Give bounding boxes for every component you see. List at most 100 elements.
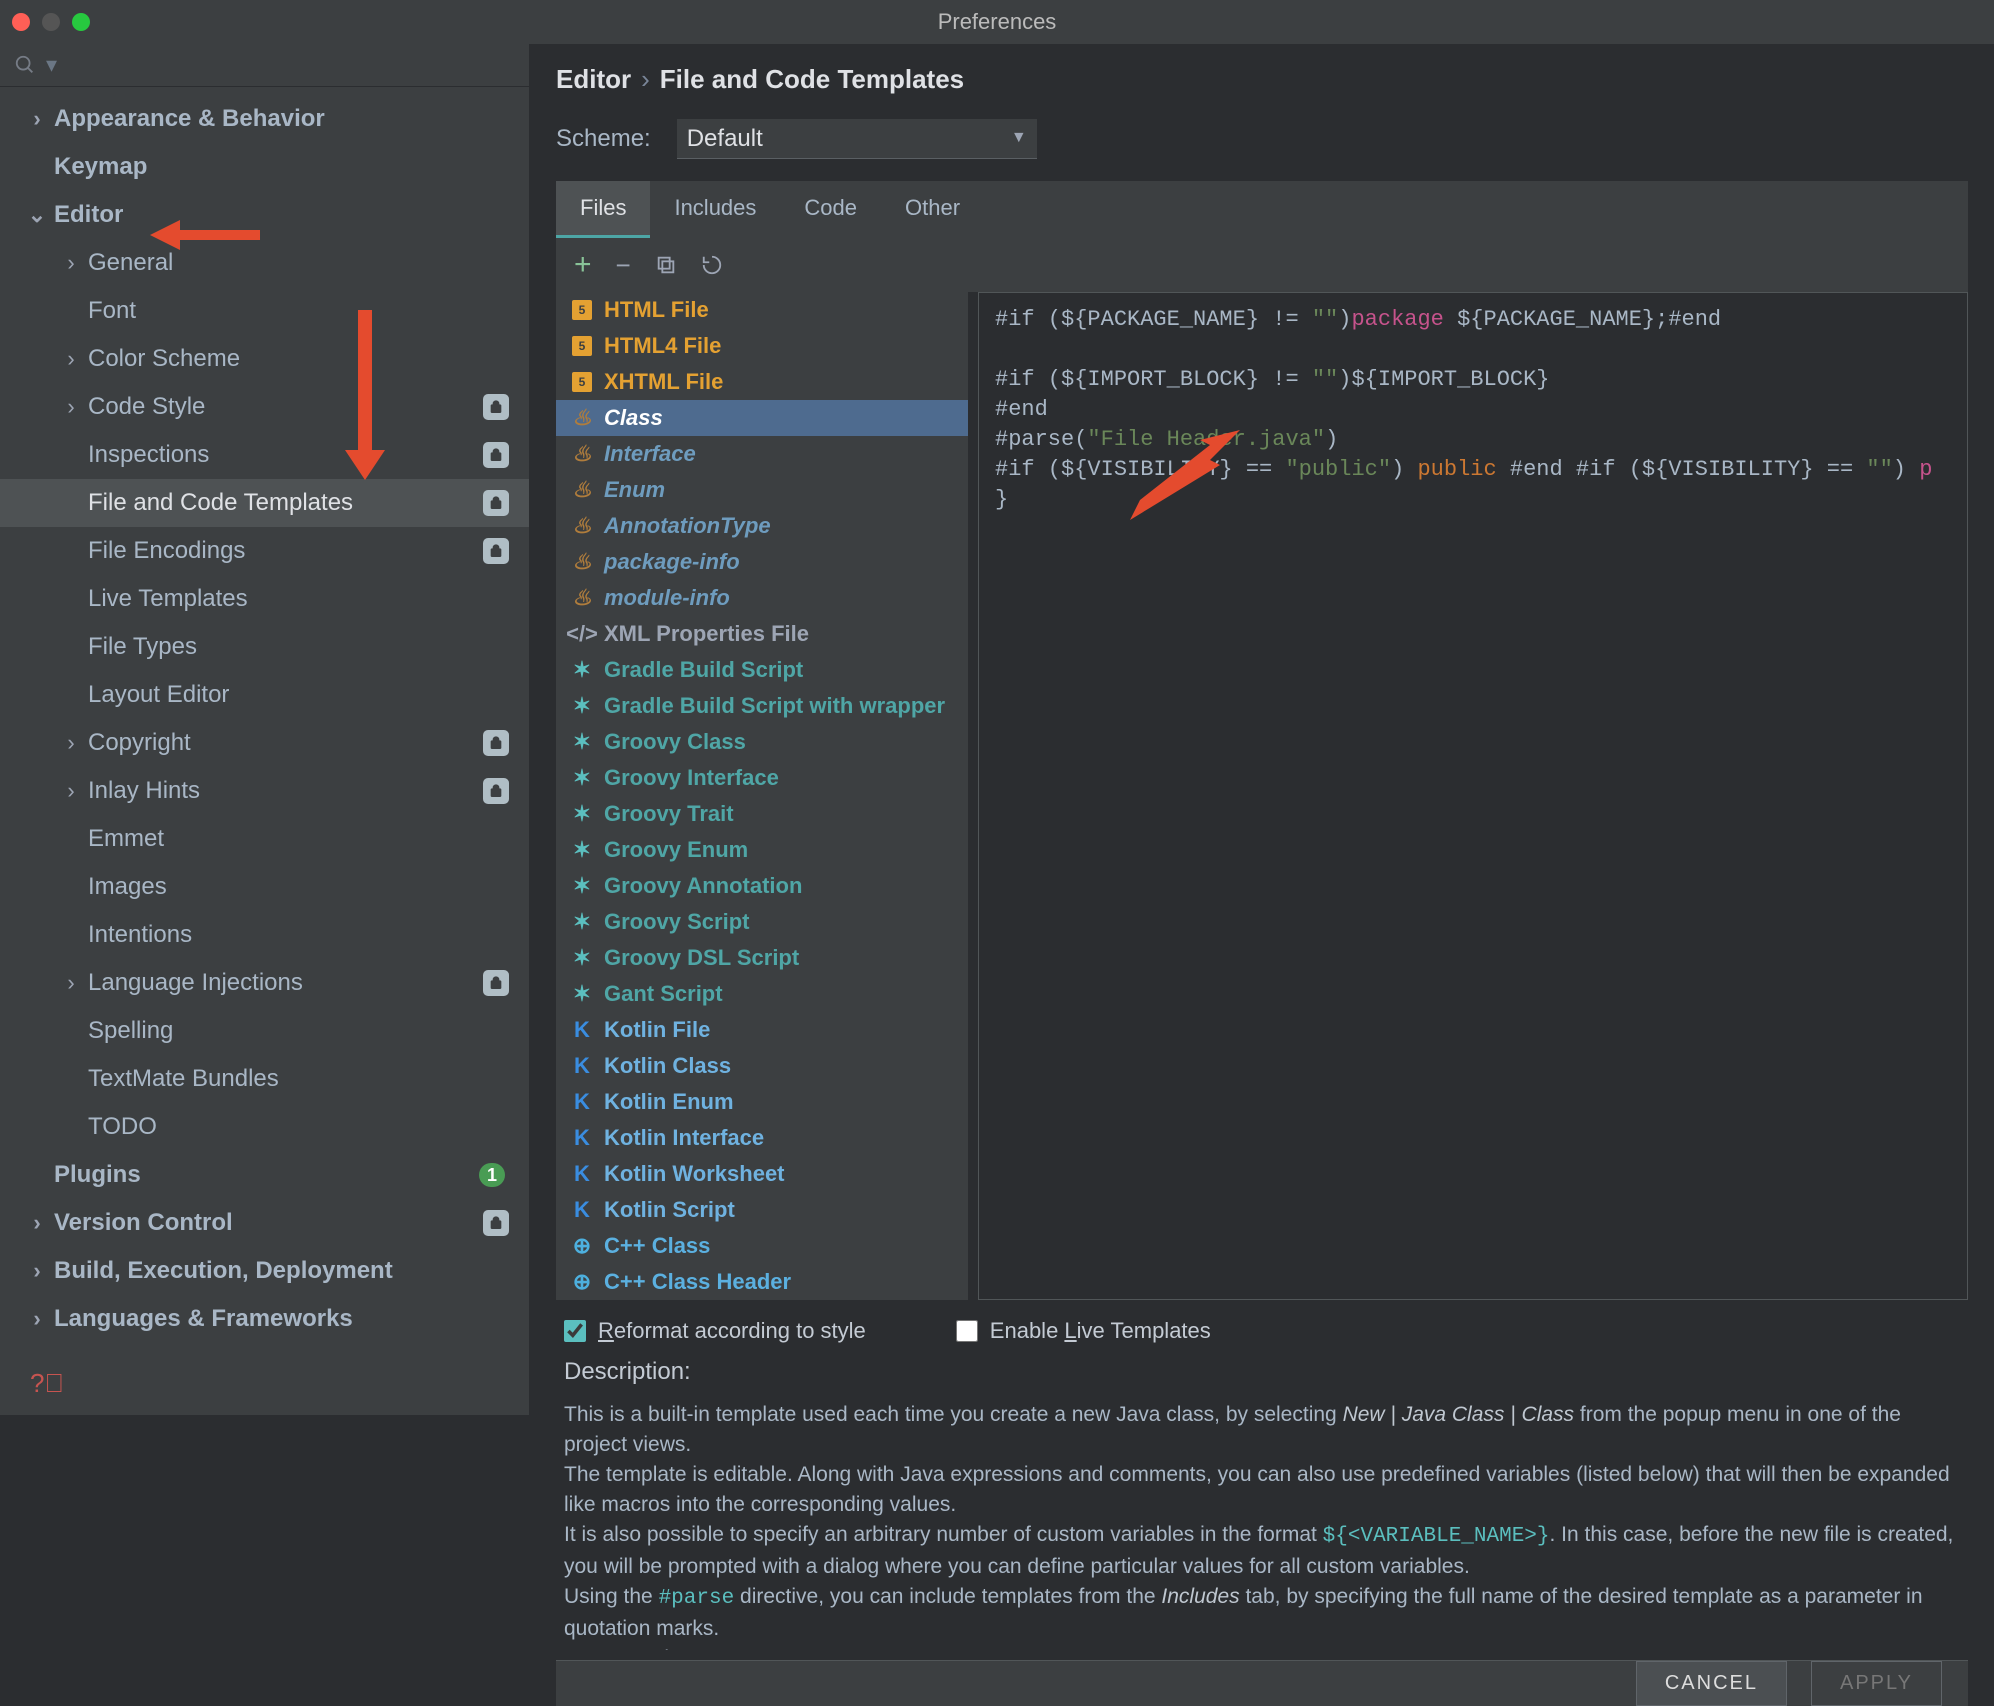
tab-other[interactable]: Other <box>881 181 984 238</box>
sidebar-item-intentions[interactable]: Intentions <box>0 911 529 959</box>
sidebar-item-general[interactable]: ›General <box>0 239 529 287</box>
close-window-button[interactable] <box>12 13 30 31</box>
sidebar-item-plugins[interactable]: Plugins1 <box>0 1151 529 1199</box>
template-item-enum[interactable]: ♨Enum <box>556 472 968 508</box>
template-item-kotlin-script[interactable]: KKotlin Script <box>556 1192 968 1228</box>
tab-files[interactable]: Files <box>556 181 650 238</box>
sidebar-item-copyright[interactable]: ›Copyright <box>0 719 529 767</box>
groovy-file-icon: ✶ <box>573 873 591 899</box>
template-item-groovy-annotation[interactable]: ✶Groovy Annotation <box>556 868 968 904</box>
sidebar-item-textmate[interactable]: TextMate Bundles <box>0 1055 529 1103</box>
sidebar-item-inspections[interactable]: Inspections <box>0 431 529 479</box>
enable-live-templates-checkbox[interactable]: Enable Live Templates <box>956 1318 1211 1344</box>
template-item-gradle-build-script-with-wrapper[interactable]: ✶Gradle Build Script with wrapper <box>556 688 968 724</box>
project-badge-icon <box>483 538 509 564</box>
reformat-checkbox[interactable]: Reformat according to style <box>564 1318 866 1344</box>
template-item-interface[interactable]: ♨Interface <box>556 436 968 472</box>
sidebar-item-lang-fw[interactable]: ›Languages & Frameworks <box>0 1295 529 1343</box>
sidebar-item-live-templates[interactable]: Live Templates <box>0 575 529 623</box>
sidebar-item-todo[interactable]: TODO <box>0 1103 529 1151</box>
minimize-window-button[interactable] <box>42 13 60 31</box>
html-file-icon: 5 <box>572 372 592 392</box>
sidebar-item-color-scheme[interactable]: ›Color Scheme <box>0 335 529 383</box>
sidebar-item-code-style[interactable]: ›Code Style <box>0 383 529 431</box>
template-item-kotlin-interface[interactable]: KKotlin Interface <box>556 1120 968 1156</box>
sidebar-item-editor[interactable]: ⌄Editor <box>0 191 529 239</box>
project-badge-icon <box>483 490 509 516</box>
maximize-window-button[interactable] <box>72 13 90 31</box>
sidebar-item-file-templates[interactable]: File and Code Templates <box>0 479 529 527</box>
project-badge-icon <box>483 970 509 996</box>
cpp-file-icon: ⊕ <box>573 1269 591 1295</box>
groovy-file-icon: ✶ <box>573 657 591 683</box>
sidebar-item-spelling[interactable]: Spelling <box>0 1007 529 1055</box>
sidebar-item-file-encodings[interactable]: File Encodings <box>0 527 529 575</box>
sidebar-item-vcs[interactable]: ›Version Control <box>0 1199 529 1247</box>
html-file-icon: 5 <box>572 336 592 356</box>
search-arrow-icon: ▾ <box>46 52 57 78</box>
template-file-list[interactable]: 5HTML File5HTML4 File5XHTML File♨Class♨I… <box>556 292 968 1300</box>
scheme-select[interactable]: Default <box>677 119 1037 159</box>
sidebar-item-appearance[interactable]: ›Appearance & Behavior <box>0 95 529 143</box>
project-badge-icon <box>483 778 509 804</box>
sidebar-item-images[interactable]: Images <box>0 863 529 911</box>
kotlin-file-icon: K <box>574 1125 590 1151</box>
remove-template-button[interactable]: − <box>616 250 631 281</box>
template-item-kotlin-class[interactable]: KKotlin Class <box>556 1048 968 1084</box>
window-title: Preferences <box>938 9 1057 35</box>
groovy-file-icon: ✶ <box>573 945 591 971</box>
html-file-icon: 5 <box>572 300 592 320</box>
copy-template-button[interactable] <box>655 254 677 276</box>
groovy-file-icon: ✶ <box>573 837 591 863</box>
template-item-groovy-trait[interactable]: ✶Groovy Trait <box>556 796 968 832</box>
template-item-c++-class[interactable]: ⊕C++ Class <box>556 1228 968 1264</box>
apply-button[interactable]: APPLY <box>1811 1661 1942 1706</box>
groovy-file-icon: ✶ <box>573 765 591 791</box>
template-toolbar: + − <box>556 238 1968 292</box>
template-item-groovy-class[interactable]: ✶Groovy Class <box>556 724 968 760</box>
template-item-xml-properties-file[interactable]: </>XML Properties File <box>556 616 968 652</box>
template-item-c++-class-header[interactable]: ⊕C++ Class Header <box>556 1264 968 1300</box>
tab-code[interactable]: Code <box>780 181 881 238</box>
add-template-button[interactable]: + <box>574 248 592 282</box>
template-item-html4-file[interactable]: 5HTML4 File <box>556 328 968 364</box>
sidebar-item-layout-editor[interactable]: Layout Editor <box>0 671 529 719</box>
reset-template-button[interactable] <box>701 254 723 276</box>
template-item-xhtml-file[interactable]: 5XHTML File <box>556 364 968 400</box>
sidebar-item-font[interactable]: Font <box>0 287 529 335</box>
template-item-kotlin-file[interactable]: KKotlin File <box>556 1012 968 1048</box>
kotlin-file-icon: K <box>574 1089 590 1115</box>
tab-includes[interactable]: Includes <box>650 181 780 238</box>
java-file-icon: ♨ <box>572 405 592 431</box>
template-item-kotlin-worksheet[interactable]: KKotlin Worksheet <box>556 1156 968 1192</box>
cpp-file-icon: ⊕ <box>573 1233 591 1259</box>
sidebar-item-keymap[interactable]: Keymap <box>0 143 529 191</box>
settings-tree: ›Appearance & Behavior Keymap ⌄Editor ›G… <box>0 87 529 1415</box>
template-item-groovy-interface[interactable]: ✶Groovy Interface <box>556 760 968 796</box>
template-item-module-info[interactable]: ♨module-info <box>556 580 968 616</box>
template-item-groovy-script[interactable]: ✶Groovy Script <box>556 904 968 940</box>
search-row[interactable]: ▾ <box>0 44 529 87</box>
template-editor[interactable]: #if (${PACKAGE_NAME} != "")package ${PAC… <box>978 292 1968 1300</box>
sidebar-item-emmet[interactable]: Emmet <box>0 815 529 863</box>
sidebar-item-lang-inj[interactable]: ›Language Injections <box>0 959 529 1007</box>
cancel-button[interactable]: CANCEL <box>1636 1661 1787 1706</box>
sidebar-item-file-types[interactable]: File Types <box>0 623 529 671</box>
template-item-groovy-dsl-script[interactable]: ✶Groovy DSL Script <box>556 940 968 976</box>
template-item-gradle-build-script[interactable]: ✶Gradle Build Script <box>556 652 968 688</box>
search-icon <box>14 54 36 76</box>
help-icon[interactable]: ?⃝ <box>30 1368 64 1399</box>
template-item-html-file[interactable]: 5HTML File <box>556 292 968 328</box>
sidebar-item-build[interactable]: ›Build, Execution, Deployment <box>0 1247 529 1295</box>
template-item-class[interactable]: ♨Class <box>556 400 968 436</box>
template-item-gant-script[interactable]: ✶Gant Script <box>556 976 968 1012</box>
kotlin-file-icon: K <box>574 1197 590 1223</box>
template-item-package-info[interactable]: ♨package-info <box>556 544 968 580</box>
sidebar-item-inlay-hints[interactable]: ›Inlay Hints <box>0 767 529 815</box>
template-item-kotlin-enum[interactable]: KKotlin Enum <box>556 1084 968 1120</box>
description-body: This is a built-in template used each ti… <box>564 1400 1960 1650</box>
template-item-annotationtype[interactable]: ♨AnnotationType <box>556 508 968 544</box>
template-item-groovy-enum[interactable]: ✶Groovy Enum <box>556 832 968 868</box>
project-badge-icon <box>483 730 509 756</box>
content-area: Editor›File and Code Templates Scheme: D… <box>530 44 1994 1415</box>
